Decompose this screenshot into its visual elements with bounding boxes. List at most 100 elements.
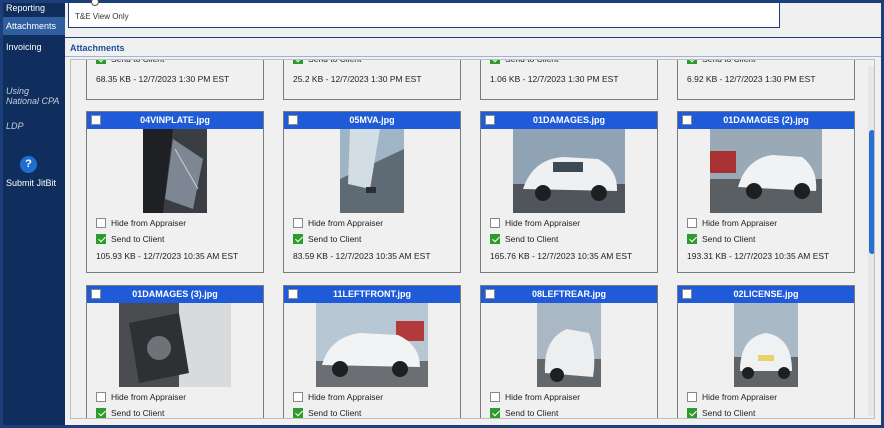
select-checkbox[interactable]	[288, 115, 298, 125]
partial-card: Send to Client 6.92 KB - 12/7/2023 1:30 …	[677, 60, 855, 100]
option-label: Hide from Appraiser	[505, 392, 581, 402]
file-name[interactable]: 04VINPLATE.jpg	[140, 115, 210, 125]
file-name[interactable]: 05MVA.jpg	[349, 115, 394, 125]
option-label: Hide from Appraiser	[308, 218, 384, 228]
attachment-card: 08LEFTREAR.jpg Hide from Appraiser Send …	[480, 285, 658, 418]
checkbox-checked-icon[interactable]	[490, 233, 500, 244]
file-name[interactable]: 01DAMAGES.jpg	[533, 115, 605, 125]
attachment-thumbnail[interactable]	[340, 129, 404, 213]
option-label: Hide from Appraiser	[702, 218, 778, 228]
card-header: 01DAMAGES.jpg	[481, 112, 657, 129]
attachment-thumbnail[interactable]	[316, 303, 428, 387]
attachment-card: 01DAMAGES (3).jpg Hide from Appraiser Se…	[86, 285, 264, 418]
checkbox-icon[interactable]	[293, 391, 303, 402]
send-to-client-option[interactable]: Send to Client	[687, 60, 755, 66]
option-label: Hide from Appraiser	[111, 218, 187, 228]
checkbox-checked-icon[interactable]	[293, 60, 303, 64]
option-label: Send to Client	[111, 59, 165, 64]
send-to-client-option[interactable]: Send to Client	[96, 59, 165, 66]
option-label: Hide from Appraiser	[505, 218, 581, 228]
scrollbar-thumb[interactable]	[869, 130, 874, 254]
checkbox-checked-icon[interactable]	[293, 407, 303, 418]
send-to-client-option[interactable]: Send to Client	[687, 233, 755, 246]
sidebar-item-label: Invoicing	[6, 42, 42, 52]
checkbox-checked-icon[interactable]	[490, 60, 500, 64]
option-label: Send to Client	[702, 408, 756, 418]
checkbox-checked-icon[interactable]	[96, 407, 106, 418]
checkbox-checked-icon[interactable]	[96, 233, 106, 244]
checkbox-checked-icon[interactable]	[293, 233, 303, 244]
hide-from-appraiser-option[interactable]: Hide from Appraiser	[96, 391, 186, 404]
option-label: Send to Client	[505, 59, 559, 64]
attachment-thumbnail[interactable]	[513, 129, 625, 213]
select-checkbox[interactable]	[91, 115, 101, 125]
file-name[interactable]: 08LEFTREAR.jpg	[532, 289, 606, 299]
attachment-thumbnail[interactable]	[734, 303, 798, 387]
checkbox-icon[interactable]	[96, 217, 106, 228]
attachment-thumbnail[interactable]	[143, 129, 207, 213]
select-checkbox[interactable]	[682, 115, 692, 125]
vertical-scrollbar[interactable]	[868, 66, 874, 416]
sidebar-item-invoicing[interactable]: Invoicing	[3, 40, 65, 54]
radio-icon[interactable]	[91, 0, 99, 6]
select-checkbox[interactable]	[91, 289, 101, 299]
checkbox-checked-icon[interactable]	[687, 233, 697, 244]
select-checkbox[interactable]	[682, 289, 692, 299]
select-checkbox[interactable]	[485, 289, 495, 299]
select-checkbox[interactable]	[485, 115, 495, 125]
top-info-box: T&E View Only	[68, 0, 780, 28]
attachment-card: 04VINPLATE.jpg Hide from Appraiser Send …	[86, 111, 264, 273]
attachment-thumbnail[interactable]	[119, 303, 231, 387]
file-name[interactable]: 01DAMAGES (3).jpg	[132, 289, 218, 299]
hide-from-appraiser-option[interactable]: Hide from Appraiser	[293, 391, 383, 404]
send-to-client-option[interactable]: Send to Client	[490, 407, 558, 418]
checkbox-icon[interactable]	[293, 217, 303, 228]
send-to-client-option[interactable]: Send to Client	[687, 407, 756, 418]
checkbox-icon[interactable]	[96, 391, 106, 402]
file-meta: 165.76 KB - 12/7/2023 10:35 AM EST	[490, 251, 633, 261]
checkbox-icon[interactable]	[490, 217, 500, 228]
sidebar-item-using-national-cpa[interactable]: Using National CPA	[3, 86, 63, 106]
checkbox-icon[interactable]	[687, 217, 697, 228]
send-to-client-option[interactable]: Send to Client	[293, 233, 362, 246]
option-label: Send to Client	[505, 234, 559, 244]
sidebar-item-reporting[interactable]: Reporting	[3, 3, 65, 15]
option-label: Hide from Appraiser	[702, 392, 778, 402]
sidebar-item-ldp[interactable]: LDP	[3, 121, 65, 133]
checkbox-icon[interactable]	[687, 391, 697, 402]
sidebar: Reporting Attachments Invoicing Using Na…	[3, 3, 65, 425]
file-name[interactable]: 11LEFTFRONT.jpg	[333, 289, 411, 299]
file-meta: 83.59 KB - 12/7/2023 10:35 AM EST	[293, 251, 431, 261]
file-meta: 105.93 KB - 12/7/2023 10:35 AM EST	[96, 251, 239, 261]
select-checkbox[interactable]	[288, 289, 298, 299]
send-to-client-option[interactable]: Send to Client	[96, 233, 164, 246]
checkbox-checked-icon[interactable]	[490, 407, 500, 418]
hide-from-appraiser-option[interactable]: Hide from Appraiser	[96, 217, 187, 230]
send-to-client-option[interactable]: Send to Client	[293, 407, 361, 418]
send-to-client-option[interactable]: Send to Client	[490, 59, 559, 66]
send-to-client-option[interactable]: Send to Client	[293, 60, 361, 66]
section-divider	[65, 37, 881, 38]
checkbox-icon[interactable]	[490, 391, 500, 402]
hide-from-appraiser-option[interactable]: Hide from Appraiser	[293, 217, 384, 230]
attachment-thumbnail[interactable]	[537, 303, 601, 387]
sidebar-item-label: Submit JitBit	[6, 178, 57, 188]
help-icon[interactable]: ?	[20, 156, 37, 173]
hide-from-appraiser-option[interactable]: Hide from Appraiser	[490, 217, 581, 230]
file-meta: 68.35 KB - 12/7/2023 1:30 PM EST	[96, 74, 230, 84]
file-meta: 193.31 KB - 12/7/2023 10:35 AM EST	[687, 251, 830, 261]
file-name[interactable]: 01DAMAGES (2).jpg	[723, 115, 809, 125]
option-label: Send to Client	[308, 234, 362, 244]
checkbox-checked-icon[interactable]	[96, 60, 106, 64]
send-to-client-option[interactable]: Send to Client	[96, 407, 164, 418]
checkbox-checked-icon[interactable]	[687, 60, 697, 64]
checkbox-checked-icon[interactable]	[687, 407, 697, 418]
sidebar-item-attachments[interactable]: Attachments	[3, 17, 65, 35]
hide-from-appraiser-option[interactable]: Hide from Appraiser	[490, 391, 581, 404]
send-to-client-option[interactable]: Send to Client	[490, 233, 559, 246]
hide-from-appraiser-option[interactable]: Hide from Appraiser	[687, 217, 778, 230]
file-name[interactable]: 02LICENSE.jpg	[733, 289, 798, 299]
sidebar-item-submit-jitbit[interactable]: Submit JitBit	[3, 178, 65, 190]
hide-from-appraiser-option[interactable]: Hide from Appraiser	[687, 391, 778, 404]
attachment-thumbnail[interactable]	[710, 129, 822, 213]
